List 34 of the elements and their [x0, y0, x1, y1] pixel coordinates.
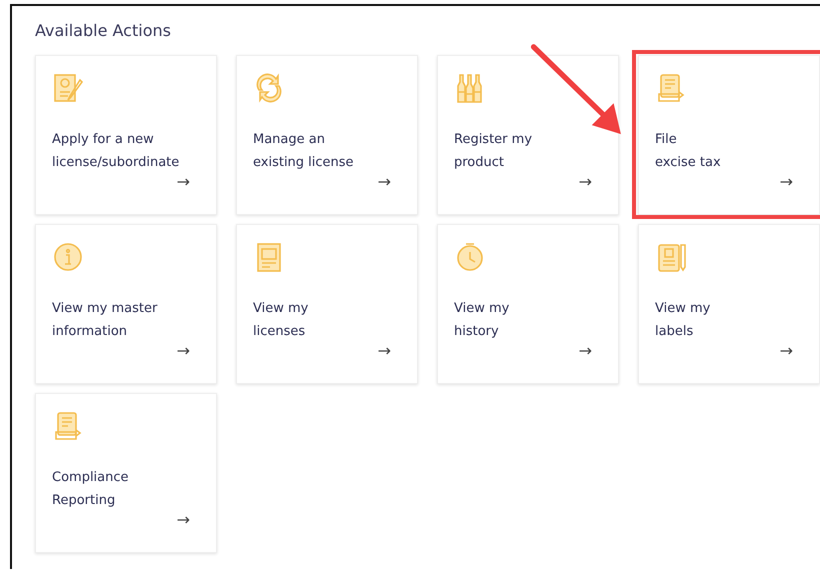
- action-card[interactable]: View my master information →: [35, 224, 217, 384]
- action-label: Compliance Reporting: [52, 469, 130, 510]
- action-card[interactable]: View my labels →: [638, 224, 820, 384]
- action-card[interactable]: Manage an existing license →: [236, 55, 418, 215]
- arrow-icon: →: [176, 343, 190, 359]
- action-label: View my master information: [52, 300, 158, 341]
- arrow-icon: →: [578, 174, 592, 190]
- document-icon: [655, 72, 687, 104]
- arrow-icon: →: [176, 174, 190, 190]
- action-label: File excise tax: [655, 131, 722, 172]
- action-card[interactable]: Compliance Reporting →: [35, 393, 217, 553]
- action-card[interactable]: View my licenses →: [236, 224, 418, 384]
- action-label: View my history: [454, 300, 510, 341]
- action-card[interactable]: File excise tax →: [638, 55, 820, 215]
- arrow-icon: →: [780, 343, 793, 359]
- action-label: View my licenses: [253, 300, 310, 341]
- arrow-icon: →: [378, 174, 391, 190]
- arrow-icon: →: [578, 343, 592, 359]
- section-title: Available Actions: [35, 21, 172, 42]
- action-label: Register my product: [454, 131, 534, 172]
- arrow-icon: →: [780, 174, 793, 190]
- arrow-icon: →: [378, 343, 391, 359]
- action-card[interactable]: View my history →: [437, 224, 619, 384]
- clipboard-icon: [655, 241, 687, 273]
- arrow-icon: →: [176, 512, 190, 528]
- clock-icon: [454, 241, 486, 273]
- report-icon: [52, 410, 84, 442]
- action-label: Apply for a new license/subordinate: [52, 131, 180, 172]
- certificate-icon: [52, 72, 84, 104]
- action-label: View my labels: [655, 300, 712, 341]
- info-icon: [52, 241, 84, 273]
- action-label: Manage an existing license: [253, 131, 355, 172]
- action-card[interactable]: Apply for a new license/subordinate →: [35, 55, 217, 215]
- action-card[interactable]: Register my product →: [437, 55, 619, 215]
